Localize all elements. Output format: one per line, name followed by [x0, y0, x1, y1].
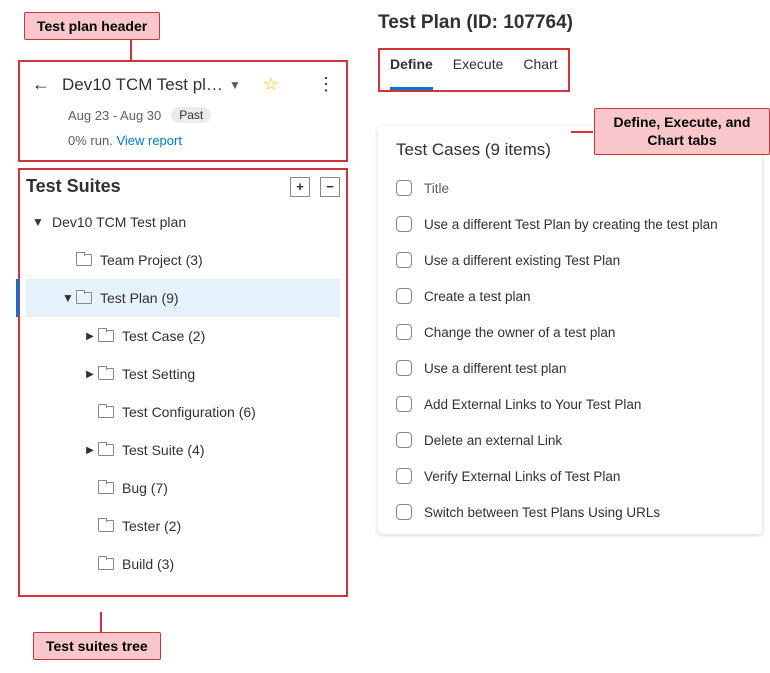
- case-title: Use a different Test Plan by creating th…: [424, 217, 718, 232]
- plan-run-status: 0% run.: [68, 133, 113, 148]
- chevron-down-icon: ▼: [30, 215, 46, 229]
- tabs-region: Define Execute Chart: [378, 48, 570, 92]
- folder-icon: [98, 482, 114, 494]
- chevron-down-icon: ▼: [60, 291, 76, 305]
- collapse-suite-button[interactable]: −: [320, 177, 340, 197]
- chevron-down-icon: ▼: [229, 78, 241, 92]
- folder-icon: [98, 520, 114, 532]
- folder-icon: [76, 292, 92, 304]
- folder-icon: [98, 406, 114, 418]
- spacer: [82, 481, 98, 495]
- tree-item[interactable]: Team Project (3): [26, 241, 340, 279]
- case-checkbox[interactable]: [396, 504, 412, 520]
- test-plan-header-region: ← Dev10 TCM Test pl… ▼ ☆ ⋮ Aug 23 - Aug …: [18, 60, 348, 162]
- tree-item-label: Test Suite (4): [122, 442, 336, 458]
- test-case-row[interactable]: Delete an external Link: [396, 422, 760, 458]
- folder-icon: [98, 558, 114, 570]
- case-title: Create a test plan: [424, 289, 531, 304]
- case-checkbox[interactable]: [396, 216, 412, 232]
- case-checkbox[interactable]: [396, 360, 412, 376]
- column-title-header: Title: [424, 181, 449, 196]
- select-all-checkbox[interactable]: [396, 180, 412, 196]
- callout-plan-header-connector: [130, 40, 132, 60]
- tree-item-label: Build (3): [122, 556, 336, 572]
- chevron-right-icon: ▶: [82, 331, 98, 342]
- page-title: Test Plan (ID: 107764): [378, 12, 762, 34]
- test-case-row[interactable]: Change the owner of a test plan: [396, 314, 760, 350]
- tab-chart[interactable]: Chart: [523, 56, 557, 90]
- tree-item-label: Test Plan (9): [100, 290, 336, 306]
- view-report-link[interactable]: View report: [116, 133, 182, 148]
- plan-name-text: Dev10 TCM Test pl…: [62, 75, 223, 95]
- callout-suites-tree: Test suites tree: [33, 632, 161, 660]
- test-case-row[interactable]: Use a different test plan: [396, 350, 760, 386]
- folder-icon: [98, 330, 114, 342]
- past-status-badge: Past: [171, 107, 211, 123]
- tree-item-label: Test Setting: [122, 366, 336, 382]
- case-checkbox[interactable]: [396, 396, 412, 412]
- plan-name-dropdown[interactable]: Dev10 TCM Test pl… ▼: [62, 73, 241, 97]
- add-suite-button[interactable]: +: [290, 177, 310, 197]
- spacer: [82, 405, 98, 419]
- tree-item-label: Test Case (2): [122, 328, 336, 344]
- folder-icon: [76, 254, 92, 266]
- tree-item[interactable]: Build (3): [26, 545, 340, 583]
- back-arrow-icon[interactable]: ←: [28, 70, 54, 99]
- tree-item-label: Team Project (3): [100, 252, 336, 268]
- spacer: [60, 253, 76, 267]
- spacer: [82, 519, 98, 533]
- callout-plan-header: Test plan header: [24, 12, 160, 40]
- test-case-row[interactable]: Use a different existing Test Plan: [396, 242, 760, 278]
- tree-root-label: Dev10 TCM Test plan: [52, 214, 336, 230]
- tree-item[interactable]: Test Configuration (6): [26, 393, 340, 431]
- case-title: Use a different test plan: [424, 361, 566, 376]
- case-checkbox[interactable]: [396, 288, 412, 304]
- test-case-row[interactable]: Add External Links to Your Test Plan: [396, 386, 760, 422]
- case-checkbox[interactable]: [396, 324, 412, 340]
- tree-item[interactable]: ▶ Test Setting: [26, 355, 340, 393]
- callout-tabs-connector: [571, 131, 593, 133]
- tab-define[interactable]: Define: [390, 56, 433, 90]
- favorite-star-icon[interactable]: ☆: [263, 74, 279, 95]
- test-suites-region: Test Suites + − ▼ Dev10 TCM Test plan Te…: [18, 168, 348, 597]
- case-title: Change the owner of a test plan: [424, 325, 615, 340]
- tree-item[interactable]: Tester (2): [26, 507, 340, 545]
- case-checkbox[interactable]: [396, 432, 412, 448]
- chevron-right-icon: ▶: [82, 445, 98, 456]
- tree-item-label: Bug (7): [122, 480, 336, 496]
- case-title: Add External Links to Your Test Plan: [424, 397, 641, 412]
- tree-root[interactable]: ▼ Dev10 TCM Test plan: [26, 203, 340, 241]
- test-case-row[interactable]: Verify External Links of Test Plan: [396, 458, 760, 494]
- chevron-right-icon: ▶: [82, 369, 98, 380]
- folder-icon: [98, 368, 114, 380]
- spacer: [82, 557, 98, 571]
- more-options-icon[interactable]: ⋮: [311, 74, 340, 95]
- tree-item[interactable]: ▼ Test Plan (9): [26, 279, 340, 317]
- tree-item[interactable]: ▶ Test Suite (4): [26, 431, 340, 469]
- selection-indicator: [16, 279, 19, 317]
- callout-tabs: Define, Execute, and Chart tabs: [594, 108, 770, 155]
- tree-item[interactable]: Bug (7): [26, 469, 340, 507]
- tab-execute[interactable]: Execute: [453, 56, 504, 90]
- test-case-row[interactable]: Create a test plan: [396, 278, 760, 314]
- test-suites-title: Test Suites: [26, 176, 280, 197]
- test-case-row[interactable]: Switch between Test Plans Using URLs: [396, 494, 760, 530]
- case-title: Use a different existing Test Plan: [424, 253, 620, 268]
- case-checkbox[interactable]: [396, 468, 412, 484]
- case-title: Switch between Test Plans Using URLs: [424, 505, 660, 520]
- suites-tree: ▼ Dev10 TCM Test plan Team Project (3) ▼ T…: [26, 203, 340, 583]
- test-cases-card: Test Cases (9 items) Title Use a differe…: [378, 126, 762, 534]
- tree-item[interactable]: ▶ Test Case (2): [26, 317, 340, 355]
- test-cases-header-row: Title: [396, 170, 760, 206]
- folder-icon: [98, 444, 114, 456]
- case-title: Delete an external Link: [424, 433, 562, 448]
- case-title: Verify External Links of Test Plan: [424, 469, 620, 484]
- tree-item-label: Tester (2): [122, 518, 336, 534]
- case-checkbox[interactable]: [396, 252, 412, 268]
- tree-item-label: Test Configuration (6): [122, 404, 336, 420]
- callout-suites-tree-connector: [100, 612, 102, 632]
- test-case-row[interactable]: Use a different Test Plan by creating th…: [396, 206, 760, 242]
- plan-date-range: Aug 23 - Aug 30: [68, 108, 161, 123]
